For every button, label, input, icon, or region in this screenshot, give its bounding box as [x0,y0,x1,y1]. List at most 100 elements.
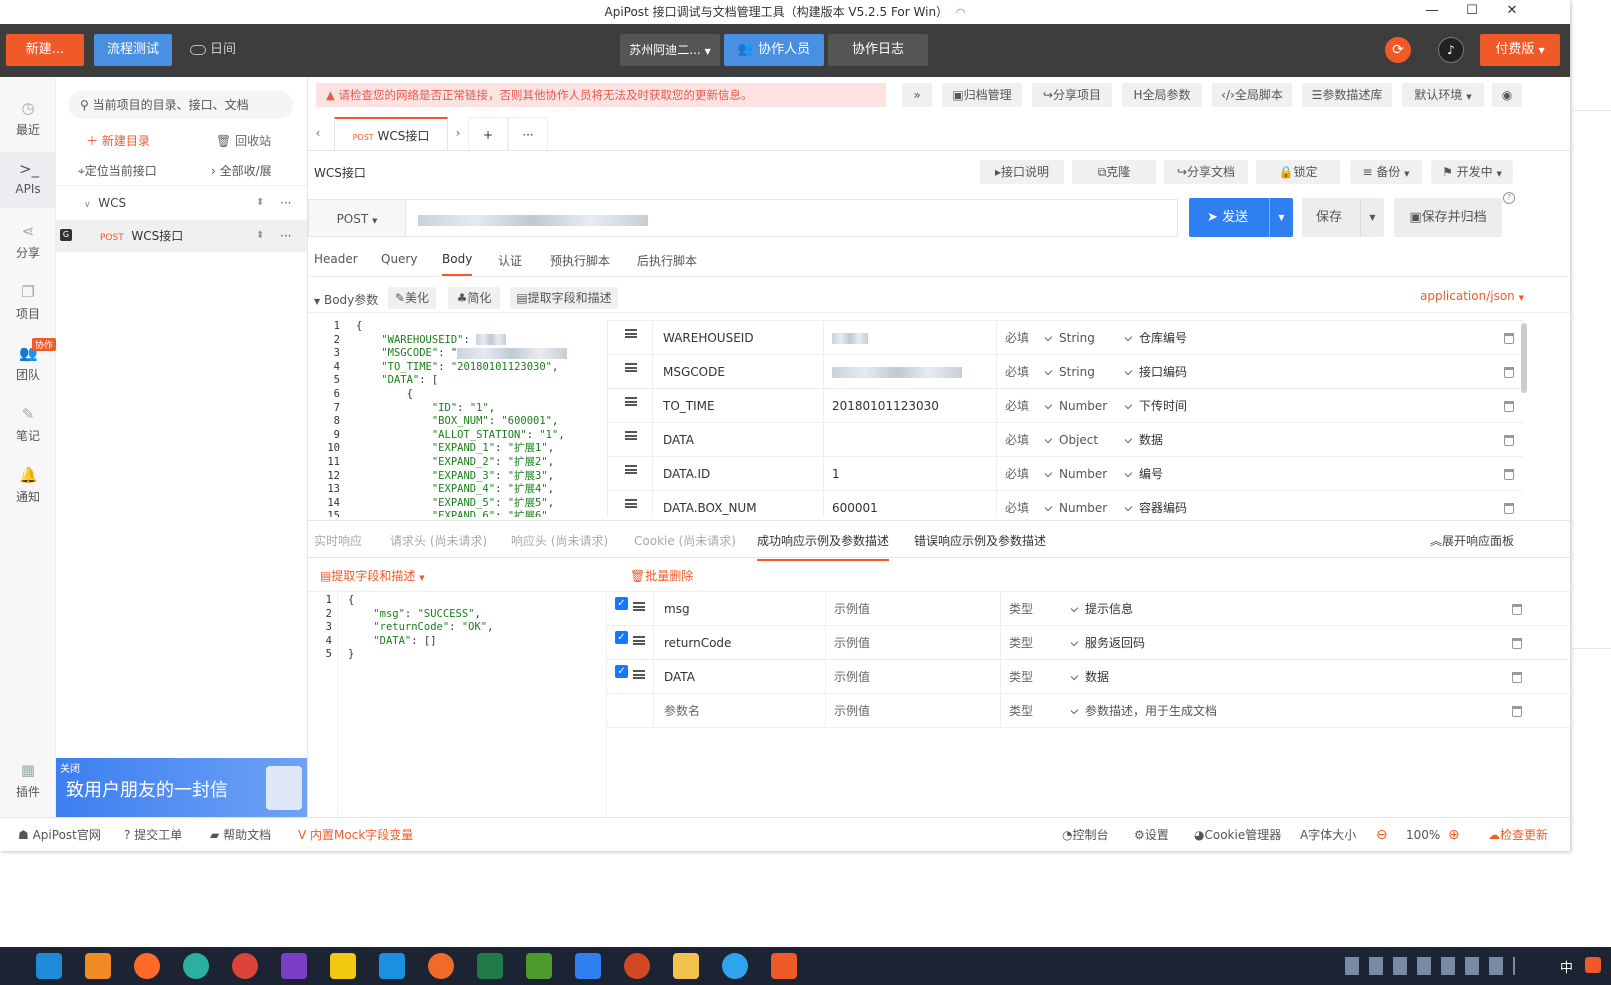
sort-icon[interactable]: ⬍ [256,220,264,252]
resp-param-name[interactable]: returnCode [653,626,826,660]
param-name[interactable]: DATA.ID [652,457,824,491]
ie-icon[interactable] [36,953,62,979]
body-editor[interactable]: 1{2 "WAREHOUSEID": 3 "MSGCODE": " 4 "TO_T… [308,320,608,517]
chart-app-icon[interactable] [526,953,552,979]
param-name[interactable]: WAREHOUSEID [652,321,824,355]
close-button[interactable]: ✕ [1492,0,1532,24]
param-value[interactable] [824,321,997,355]
extract-button[interactable]: ▤提取字段和描述 [510,287,618,309]
more-toolbar-button[interactable]: » [902,83,932,107]
trash-icon[interactable] [1512,672,1522,683]
console-button[interactable]: ◔控制台 [1062,818,1109,851]
resp-param-example[interactable]: 示例值 [826,660,1001,694]
recycle-button[interactable]: 🗑 回收站 [216,132,271,149]
help-docs-link[interactable]: ▰ 帮助文档 [210,818,271,851]
send-dropdown[interactable]: ▼ [1269,198,1293,237]
site-link[interactable]: ☗ ApiPost官网 [18,818,101,851]
param-name[interactable]: TO_TIME [652,389,824,423]
lock-button[interactable]: 🔒锁定 [1256,160,1340,184]
eye-button[interactable]: ◉ [1492,83,1522,107]
resp-param-example[interactable]: 示例值 [826,592,1001,626]
expand-response-button[interactable]: ︽展开响应面板 [1430,532,1514,549]
mock-vars-link[interactable]: V 内置Mock字段变量 [298,818,413,851]
tree-folder[interactable]: ∨ WCS ⬍ ··· [56,185,307,219]
save-dropdown[interactable]: ▼ [1360,198,1384,237]
param-required[interactable]: 必填 [997,355,1045,389]
more-icon[interactable]: ··· [280,220,291,252]
trash-icon[interactable] [1504,469,1514,480]
network-app-icon[interactable] [379,953,405,979]
checkbox-app-icon[interactable] [85,953,111,979]
param-type[interactable]: Object [1045,423,1125,457]
tab-req-headers[interactable]: 请求头 (尚未请求) [390,532,487,549]
param-lib-button[interactable]: ☰参数描述库 [1302,83,1392,107]
clone-button[interactable]: ⧉克隆 [1072,160,1156,184]
param-name[interactable]: DATA.BOX_NUM [652,491,824,517]
flow-test-button[interactable]: 流程测试 [94,34,172,66]
share-project-button[interactable]: ↪分享项目 [1032,83,1112,107]
tab-resp-headers[interactable]: 响应头 (尚未请求) [511,532,608,549]
param-name[interactable]: MSGCODE [652,355,824,389]
ime-indicator[interactable]: 中 [1560,957,1573,976]
save-button[interactable]: 保存 ▼ [1302,198,1384,237]
param-type[interactable]: Number [1045,389,1125,423]
resp-param-name[interactable]: DATA [653,660,826,694]
trash-icon[interactable] [1512,604,1522,615]
paid-version-button[interactable]: 付费版 ▼ [1480,34,1560,66]
help-icon[interactable]: ? [1503,192,1515,204]
cookie-manager-button[interactable]: ◕Cookie管理器 [1194,818,1281,851]
tab-error-example[interactable]: 错误响应示例及参数描述 [914,532,1046,549]
zoom-in-button[interactable]: ⊕ [1448,818,1460,851]
param-required[interactable]: 必填 [997,321,1045,355]
nav-apis[interactable]: >_ APIs [0,152,56,208]
content-type-select[interactable]: application/json ▼ [1420,289,1524,303]
drag-handle-icon[interactable] [625,499,637,508]
resp-param-type[interactable]: 类型 [1001,592,1071,626]
param-type[interactable]: Number [1045,457,1125,491]
tab-query[interactable]: Query [381,252,417,266]
locate-button[interactable]: ⌖定位当前接口 [78,162,157,179]
chrome-icon[interactable] [232,953,258,979]
powerpoint-icon[interactable] [624,953,650,979]
drag-handle-icon[interactable] [633,602,645,611]
param-type[interactable]: Number [1045,491,1125,517]
param-required[interactable]: 必填 [997,491,1045,517]
tab-header[interactable]: Header [314,252,358,266]
check-update-button[interactable]: ☁检查更新 [1488,818,1548,851]
share-doc-button[interactable]: ↪分享文档 [1164,160,1248,184]
drag-handle-icon[interactable] [625,431,637,440]
folder-icon[interactable] [673,953,699,979]
drag-handle-icon[interactable] [625,397,637,406]
drag-handle-icon[interactable] [625,329,637,338]
trash-icon[interactable] [1504,435,1514,446]
response-editor[interactable]: 1{2 "msg": "SUCCESS", 3 "returnCode": "OK… [308,592,607,817]
nav-recent[interactable]: ◷ 最近 [0,91,56,147]
settings-button[interactable]: ⚙设置 [1134,818,1169,851]
url-input[interactable] [406,199,1178,237]
batch-delete-button[interactable]: 🗑批量删除 [630,567,693,584]
api-doc-button[interactable]: ▸接口说明 [980,160,1064,184]
collab-log-button[interactable]: 协作日志 [828,34,928,66]
tab-cookie[interactable]: Cookie (尚未请求) [634,532,736,549]
edge-icon[interactable] [183,953,209,979]
param-desc[interactable]: 容器编码 [1125,491,1495,517]
minimize-button[interactable]: — [1412,0,1452,24]
avatar[interactable]: ♪ [1438,37,1464,63]
resp-param-name[interactable]: msg [653,592,826,626]
param-required[interactable]: 必填 [997,457,1045,491]
param-value[interactable]: 600001 [824,491,997,517]
tab-next[interactable]: › [448,117,468,149]
project-select[interactable]: 苏州阿迪二... ▼ [620,34,720,66]
sort-icon[interactable]: ⬍ [256,186,264,220]
sync-icon[interactable]: ⟳ [1385,37,1411,63]
ticket-link[interactable]: ? 提交工单 [124,818,182,851]
resp-param-type[interactable]: 类型 [1001,626,1071,660]
resp-param-desc[interactable]: 提示信息 [1071,592,1491,626]
telegram-icon[interactable] [722,953,748,979]
drag-handle-icon[interactable] [625,465,637,474]
nav-plugins[interactable]: ▦ 插件 [0,753,56,809]
zoom-out-button[interactable]: ⊖ [1376,818,1388,851]
archive-button[interactable]: ▣归档管理 [942,83,1022,107]
save-archive-button[interactable]: ▣保存并归档 [1394,198,1502,237]
trash-icon[interactable] [1504,367,1514,378]
